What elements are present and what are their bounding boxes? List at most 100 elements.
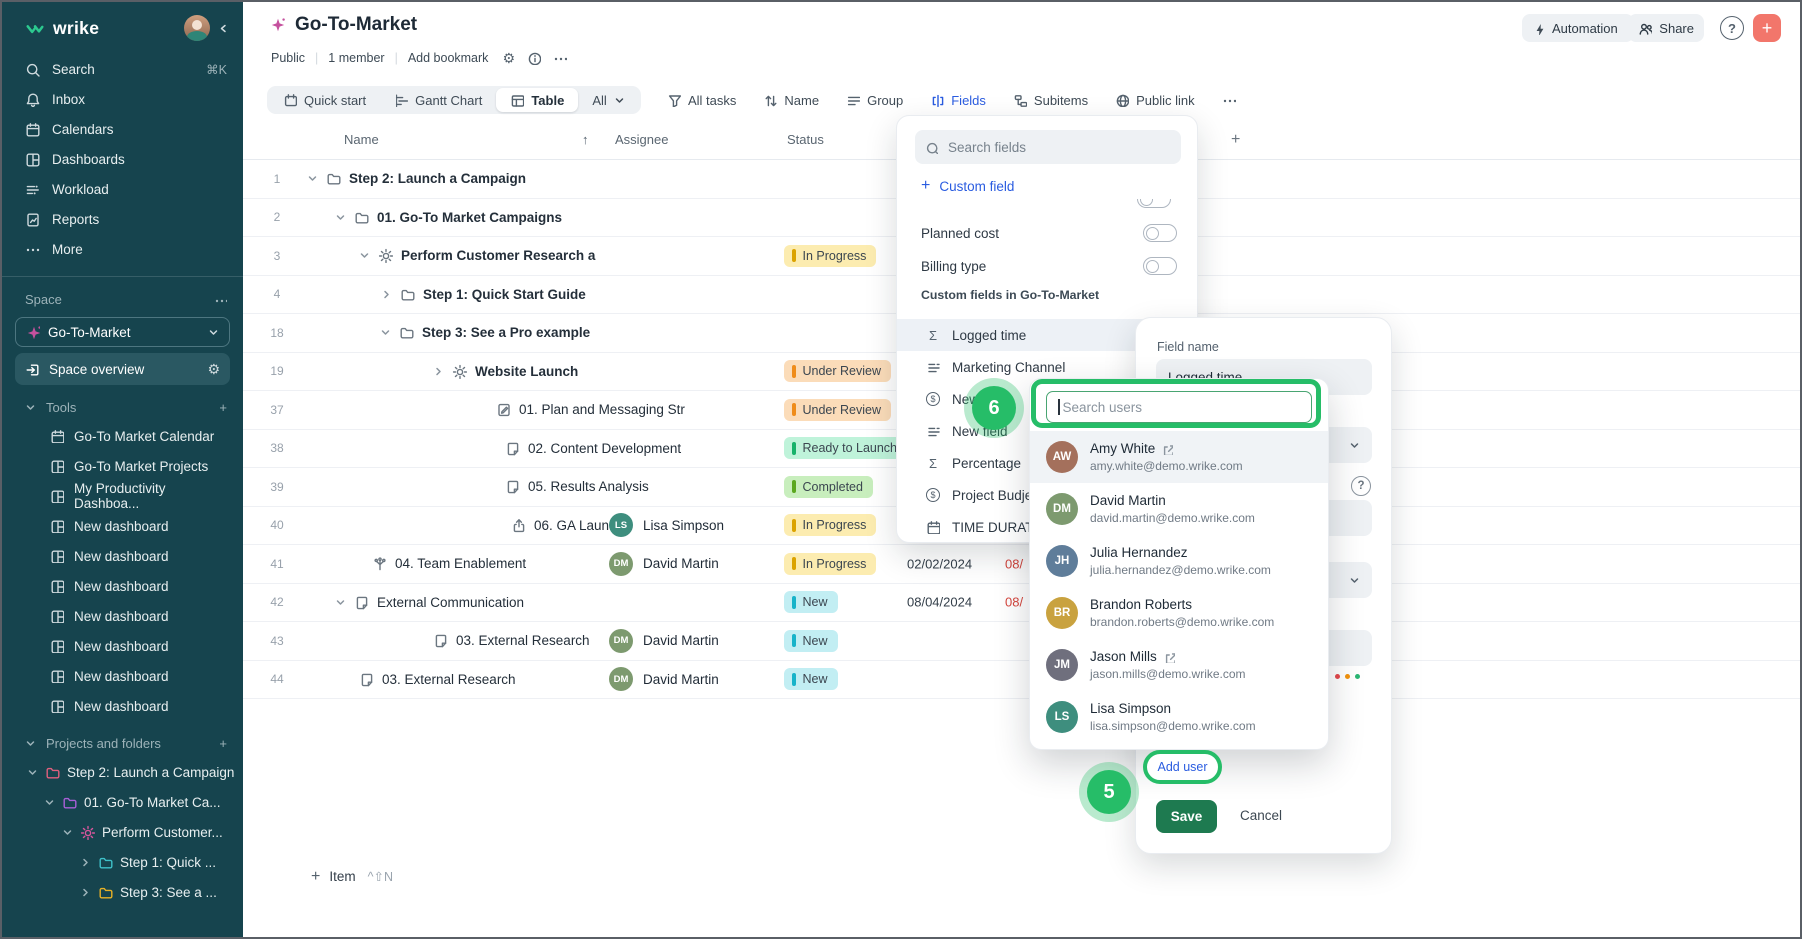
tab-quick-start[interactable]: Quick start — [269, 86, 380, 114]
toggle-off[interactable] — [1143, 257, 1177, 275]
status-badge[interactable]: Completed — [784, 476, 873, 498]
assignee-cell[interactable]: LS Lisa Simpson — [609, 513, 724, 537]
sidebar-item-search[interactable]: Search ⌘K — [2, 54, 243, 84]
add-project-icon[interactable]: + — [219, 736, 227, 751]
sidebar-item-gtm-projects[interactable]: Go-To Market Projects — [2, 451, 243, 481]
task-name[interactable]: Perform Customer Research a — [401, 248, 595, 263]
table-row[interactable]: 42 External Communication New 08/04/2024… — [243, 584, 1800, 623]
members-label[interactable]: 1 member — [328, 51, 384, 65]
public-link-button[interactable]: Public link — [1115, 93, 1195, 108]
fields-button[interactable]: Fields — [930, 93, 986, 108]
due-date[interactable]: 08/ — [1005, 595, 1023, 610]
chevron-right-icon[interactable] — [80, 857, 91, 868]
task-name[interactable]: 03. External Research — [382, 672, 516, 687]
sidebar-item-inbox[interactable]: Inbox — [2, 84, 243, 114]
gear-icon[interactable]: ⚙ — [207, 361, 220, 378]
chevron-down-icon[interactable] — [307, 173, 318, 184]
sidebar-item-gtm-calendar[interactable]: Go-To Market Calendar — [2, 421, 243, 451]
sidebar-tree-step3[interactable]: Step 3: See a ... — [2, 877, 243, 907]
user-option[interactable]: AW Amy White amy.white@demo.wrike.com — [1030, 431, 1328, 483]
sidebar-item-productivity-dashboard[interactable]: My Productivity Dashboa... — [2, 481, 243, 511]
table-row[interactable]: 41 04. Team Enablement DM David Martin I… — [243, 545, 1800, 584]
table-row[interactable]: 43 03. External Research DM David Martin… — [243, 622, 1800, 661]
table-row[interactable]: 44 03. External Research DM David Martin… — [243, 661, 1800, 700]
status-badge[interactable]: In Progress — [784, 553, 876, 575]
chevron-down-icon[interactable] — [62, 827, 73, 838]
task-name[interactable]: Step 2: Launch a Campaign — [349, 171, 526, 186]
sidebar-item-new-dashboard[interactable]: New dashboard — [2, 511, 243, 541]
sidebar-item-new-dashboard[interactable]: New dashboard — [2, 661, 243, 691]
sidebar-item-dashboards[interactable]: Dashboards — [2, 144, 243, 174]
sidebar-item-new-dashboard[interactable]: New dashboard — [2, 601, 243, 631]
task-name[interactable]: 05. Results Analysis — [528, 479, 649, 494]
status-badge[interactable]: Under Review — [784, 360, 891, 382]
chevron-down-icon[interactable] — [27, 767, 38, 778]
add-user-button[interactable]: Add user — [1143, 750, 1222, 784]
sidebar-item-calendars[interactable]: Calendars — [2, 114, 243, 144]
column-header-status[interactable]: Status — [787, 132, 824, 147]
chevron-down-icon[interactable] — [25, 402, 36, 413]
user-option[interactable]: LS Lisa Simpson lisa.simpson@demo.wrike.… — [1030, 691, 1328, 743]
chevron-down-icon[interactable] — [335, 597, 346, 608]
automation-button[interactable]: Automation — [1522, 14, 1634, 42]
chevron-down-icon[interactable] — [380, 327, 391, 338]
sidebar-tree-perform-customer[interactable]: Perform Customer... — [2, 817, 243, 847]
share-button[interactable]: Share — [1628, 14, 1704, 42]
subitems-button[interactable]: Subitems — [1013, 93, 1088, 108]
space-more-icon[interactable] — [214, 293, 227, 306]
chevron-down-icon[interactable] — [25, 738, 36, 749]
user-option[interactable]: BR Brandon Roberts brandon.roberts@demo.… — [1030, 587, 1328, 639]
sidebar-item-new-dashboard[interactable]: New dashboard — [2, 571, 243, 601]
start-date[interactable]: 02/02/2024 — [907, 556, 972, 571]
status-badge[interactable]: In Progress — [784, 514, 876, 536]
start-date[interactable]: 08/04/2024 — [907, 595, 972, 610]
task-name[interactable]: 02. Content Development — [528, 441, 681, 456]
sort-arrow-icon[interactable]: ↑ — [582, 132, 589, 147]
assignee-cell[interactable]: DM David Martin — [609, 552, 719, 576]
chevron-down-icon[interactable] — [335, 212, 346, 223]
task-name[interactable]: Website Launch — [475, 364, 578, 379]
search-fields-box[interactable] — [915, 130, 1181, 164]
user-option[interactable]: JM Jason Mills jason.mills@demo.wrike.co… — [1030, 639, 1328, 691]
group-button[interactable]: Group — [846, 93, 903, 108]
add-column-icon[interactable]: + — [1231, 131, 1240, 149]
info-icon[interactable] — [527, 51, 541, 65]
cancel-button[interactable]: Cancel — [1240, 808, 1282, 823]
save-button[interactable]: Save — [1156, 800, 1217, 833]
chevron-down-icon[interactable] — [44, 797, 55, 808]
status-badge[interactable]: Under Review — [784, 399, 891, 421]
help-icon[interactable]: ? — [1351, 476, 1371, 496]
chevron-right-icon[interactable] — [381, 289, 392, 300]
status-badge[interactable]: In Progress — [784, 245, 876, 267]
status-badge[interactable]: New — [784, 668, 838, 690]
toggle-off[interactable] — [1143, 224, 1177, 242]
task-name[interactable]: 04. Team Enablement — [395, 556, 526, 571]
due-date[interactable]: 08/ — [1005, 556, 1023, 571]
sidebar-item-new-dashboard[interactable]: New dashboard — [2, 631, 243, 661]
user-option[interactable]: DM David Martin david.martin@demo.wrike.… — [1030, 483, 1328, 535]
task-name[interactable]: Step 1: Quick Start Guide — [423, 287, 586, 302]
sidebar-item-reports[interactable]: Reports — [2, 204, 243, 234]
collapse-sidebar-icon[interactable] — [218, 23, 229, 34]
space-selector[interactable]: Go-To-Market — [15, 317, 230, 347]
chevron-down-icon[interactable] — [359, 250, 370, 261]
help-button[interactable]: ? — [1720, 16, 1744, 40]
column-header-assignee[interactable]: Assignee — [615, 132, 668, 147]
view-scope-dropdown[interactable]: All — [578, 86, 638, 114]
visibility-label[interactable]: Public — [271, 51, 305, 65]
task-name[interactable]: 01. Plan and Messaging Str — [519, 402, 685, 417]
sidebar-item-workload[interactable]: Workload — [2, 174, 243, 204]
user-avatar[interactable] — [184, 15, 210, 41]
task-name[interactable]: Step 3: See a Pro example — [422, 325, 590, 340]
task-name[interactable]: 03. External Research — [456, 633, 590, 648]
filter-all-tasks[interactable]: All tasks — [667, 93, 736, 108]
column-header-name[interactable]: Name — [344, 132, 379, 147]
assignee-cell[interactable]: DM David Martin — [609, 629, 719, 653]
sidebar-tree-step1[interactable]: Step 1: Quick ... — [2, 847, 243, 877]
sidebar-item-space-overview[interactable]: Space overview ⚙ — [15, 353, 230, 385]
create-button[interactable]: + — [1753, 14, 1781, 42]
add-item-button[interactable]: + Item ^⇧N — [243, 858, 1800, 896]
task-name[interactable]: External Communication — [377, 595, 524, 610]
add-bookmark-link[interactable]: Add bookmark — [408, 51, 489, 65]
assignee-cell[interactable]: DM David Martin — [609, 667, 719, 691]
